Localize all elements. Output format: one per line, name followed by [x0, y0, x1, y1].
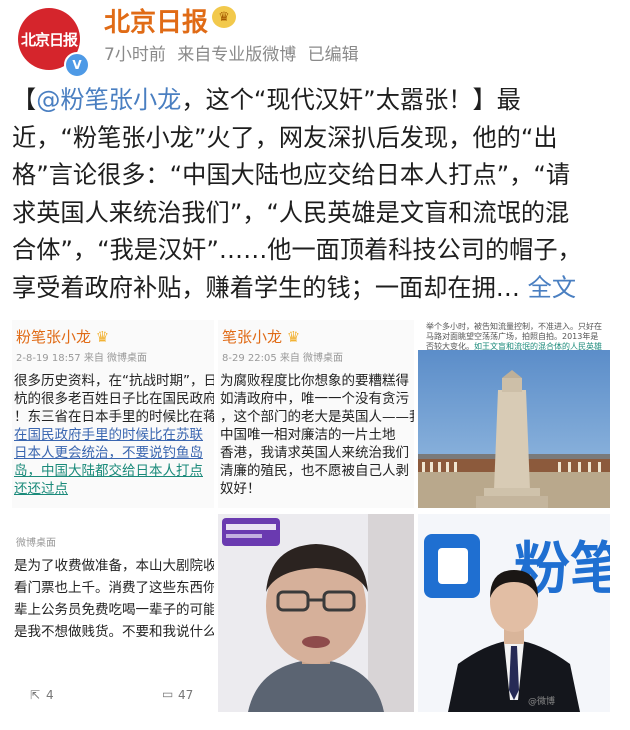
screenshot-line: 看门票也上千。消费了这些东西你 [14, 580, 214, 596]
avatar-text: 北京日报 [20, 30, 78, 49]
image-grid: 粉笔张小龙 ♛ 2-8-19 18:57 来自 微博桌面 很多历史资料，在“抗战… [12, 320, 610, 712]
expand-full-text-link[interactable]: 全文 [528, 274, 576, 302]
screenshot-line: 清廉的殖民，也不愿被自己人剥 [220, 463, 409, 479]
image-thumbnail-5[interactable] [218, 514, 414, 712]
comment-icon: ▭ [162, 687, 174, 701]
image-thumbnail-2[interactable]: 笔张小龙 ♛ 8-29 22:05 来自 微博桌面 为腐败程度比你想象的要糟糕得… [218, 320, 414, 508]
screenshot-line: 辈上公务员免费吃喝一辈子的可能 [14, 602, 214, 618]
brand-person-photo: 粉笔 @微博 [418, 514, 610, 712]
post-line-text: ，这个“现代汉奸”太嚣张！】最 [181, 86, 521, 114]
post-source: 来自专业版微博 [177, 45, 297, 65]
monument-photo [418, 350, 610, 508]
vip-crown-icon: ♛ [212, 6, 236, 28]
person-photo [218, 514, 414, 712]
post-line: 享受着政府补贴，赚着学生的钱；一面却在拥… 全文 [12, 270, 618, 308]
repost-count: 4 [46, 688, 54, 702]
comment-count: 47 [178, 688, 194, 702]
screenshot-line: 如清政府中，唯一一个没有贪污 [220, 391, 409, 407]
screenshot-line: 是为了收费做准备，本山大剧院收 [14, 558, 214, 574]
screenshot-line: ，这个部门的老大是英国人——我 [220, 409, 414, 425]
screenshot-text: 很多历史资料，在“抗战时期”，日 杭的很多老百姓日子比在国民政府 ！东三省在日本… [12, 364, 214, 498]
screenshot-line: 是我不想做贱货。不要和我说什么 [14, 624, 214, 640]
post-time: 7小时前 [104, 45, 166, 65]
repost-icon: ⇱ [30, 688, 41, 702]
image-thumbnail-4[interactable]: 微博桌面 是为了收费做准备，本山大剧院收 看门票也上千。消费了这些东西你 辈上公… [12, 514, 214, 712]
post-line: 合体”，“我是汉奸”……他一面顶着科技公司的帽子， [12, 236, 582, 264]
screenshot-text: 是为了收费做准备，本山大剧院收 看门票也上千。消费了这些东西你 辈上公务员免费吃… [12, 549, 214, 643]
post-text: 【@粉笔张小龙，这个“现代汉奸”太嚣张！】最 近，“粉笔张小龙”火了，网友深扒后… [12, 82, 618, 307]
screenshot-line: 岛，中国大陆都交给日本人打点 [14, 463, 203, 479]
screenshot-footer: ⇱ 4 ▭ 47 [12, 678, 214, 712]
screenshot-line: 为腐败程度比你想象的要糟糕得 [220, 373, 409, 389]
screenshot-line: ！东三省在日本手里的时候比在蒋 [14, 409, 214, 425]
post-line-text: 享受着政府补贴，赚着学生的钱；一面却在拥… [12, 273, 520, 302]
verified-badge-icon: V [64, 52, 90, 78]
edited-label: 已编辑 [307, 45, 359, 65]
post-meta: 7小时前 来自专业版微博 已编辑 [104, 40, 359, 65]
screenshot-meta: 8-29 22:05 来自 微博桌面 [222, 353, 344, 364]
screenshot-line: 还还过点 [14, 481, 68, 497]
post-line: 近，“粉笔张小龙”火了，网友深扒后发现，他的“出 [12, 123, 558, 152]
screenshot-meta: 2-8-19 18:57 来自 微博桌面 [16, 353, 148, 364]
screenshot-line: 奴好！ [220, 481, 261, 497]
post-line: 求英国人来统治我们”，“人民英雄是文盲和流氓的混 [12, 198, 570, 227]
post-line: 格”言论很多：“中国大陆也应交给日本人打点”，“请 [12, 161, 571, 189]
screenshot-username: 笔张小龙 ♛ [222, 328, 301, 346]
watermark: @微博 [528, 695, 555, 707]
image-thumbnail-3[interactable]: 举个多小时，被告知流量控制，不准进入。只好在马路对面眺望空荡荡广场，拍照自拍。2… [418, 320, 610, 508]
bracket: 【 [12, 86, 37, 114]
mention-link[interactable]: @粉笔张小龙 [36, 86, 181, 114]
account-name[interactable]: 北京日报 [104, 2, 208, 39]
image-thumbnail-6[interactable]: 粉笔 @微博 [418, 514, 610, 712]
screenshot-line: 香港，我请求英国人来统治我们 [220, 445, 409, 461]
screenshot-line: 中国唯一相对廉洁的一片土地 [220, 427, 396, 443]
screenshot-meta: 微博桌面 [16, 538, 56, 549]
screenshot-line: 日本人更会统治，不要说钓鱼岛 [14, 445, 203, 461]
screenshot-username: 粉笔张小龙 ♛ [16, 328, 110, 346]
post-header: 北京日报 V 北京日报 ♛ 7小时前 来自专业版微博 已编辑 [0, 0, 630, 78]
screenshot-text: 为腐败程度比你想象的要糟糕得 如清政府中，唯一一个没有贪污 ，这个部门的老大是英… [218, 364, 414, 498]
screenshot-line: 在国民政府手里的时候比在苏联 [14, 427, 203, 443]
screenshot-line: 杭的很多老百姓日子比在国民政府 [14, 391, 214, 407]
image-thumbnail-1[interactable]: 粉笔张小龙 ♛ 2-8-19 18:57 来自 微博桌面 很多历史资料，在“抗战… [12, 320, 214, 508]
photo-caption: 举个多小时，被告知流量控制，不准进入。只好在马路对面眺望空荡荡广场，拍照自拍。2… [426, 322, 602, 351]
screenshot-line: 很多历史资料，在“抗战时期”，日 [14, 373, 214, 389]
post-line: 【@粉笔张小龙，这个“现代汉奸”太嚣张！】最 [12, 82, 618, 120]
